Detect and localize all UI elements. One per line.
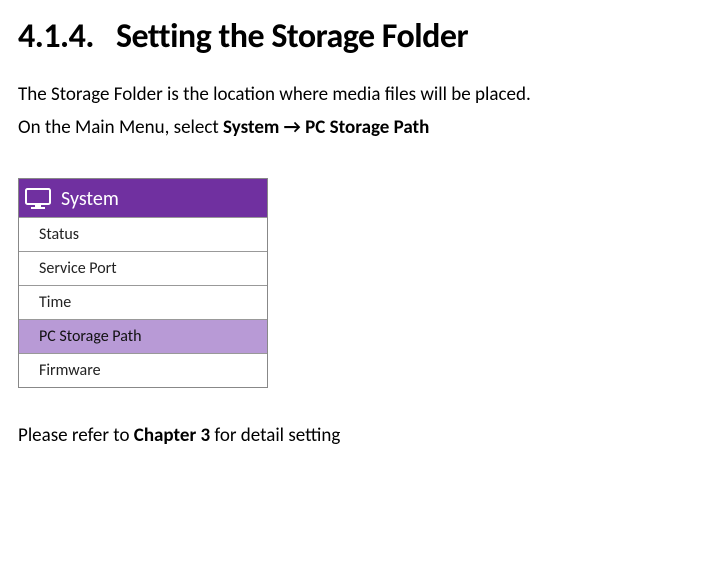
monitor-icon <box>25 188 51 210</box>
section-number: 4.1.4. <box>18 16 94 57</box>
menu-path-system: System <box>223 116 279 139</box>
footer-pre: Please refer to <box>18 424 134 447</box>
footer-note: Please refer to Chapter 3 for detail set… <box>18 424 686 447</box>
system-menu: System Status Service Port Time PC Stora… <box>18 178 268 388</box>
menu-item-firmware[interactable]: Firmware <box>19 353 267 387</box>
section-title: Setting the Storage Folder <box>116 16 468 57</box>
menu-item-service-port[interactable]: Service Port <box>19 251 267 285</box>
menu-item-status[interactable]: Status <box>19 217 267 251</box>
menu-item-time[interactable]: Time <box>19 285 267 319</box>
arrow-icon: → <box>279 116 305 139</box>
menu-header[interactable]: System <box>19 179 267 217</box>
menu-item-pc-storage-path[interactable]: PC Storage Path <box>19 319 267 353</box>
menu-path-pc-storage: PC Storage Path <box>305 116 429 139</box>
menu-header-label: System <box>61 187 119 211</box>
intro-pre: On the Main Menu, select <box>18 116 223 139</box>
footer-post: for detail setting <box>210 424 340 447</box>
intro-line-2: On the Main Menu, select System → PC Sto… <box>18 114 686 143</box>
section-heading: 4.1.4. Setting the Storage Folder <box>18 16 686 57</box>
intro-line-1: The Storage Folder is the location where… <box>18 81 686 110</box>
footer-chapter: Chapter 3 <box>134 424 210 447</box>
